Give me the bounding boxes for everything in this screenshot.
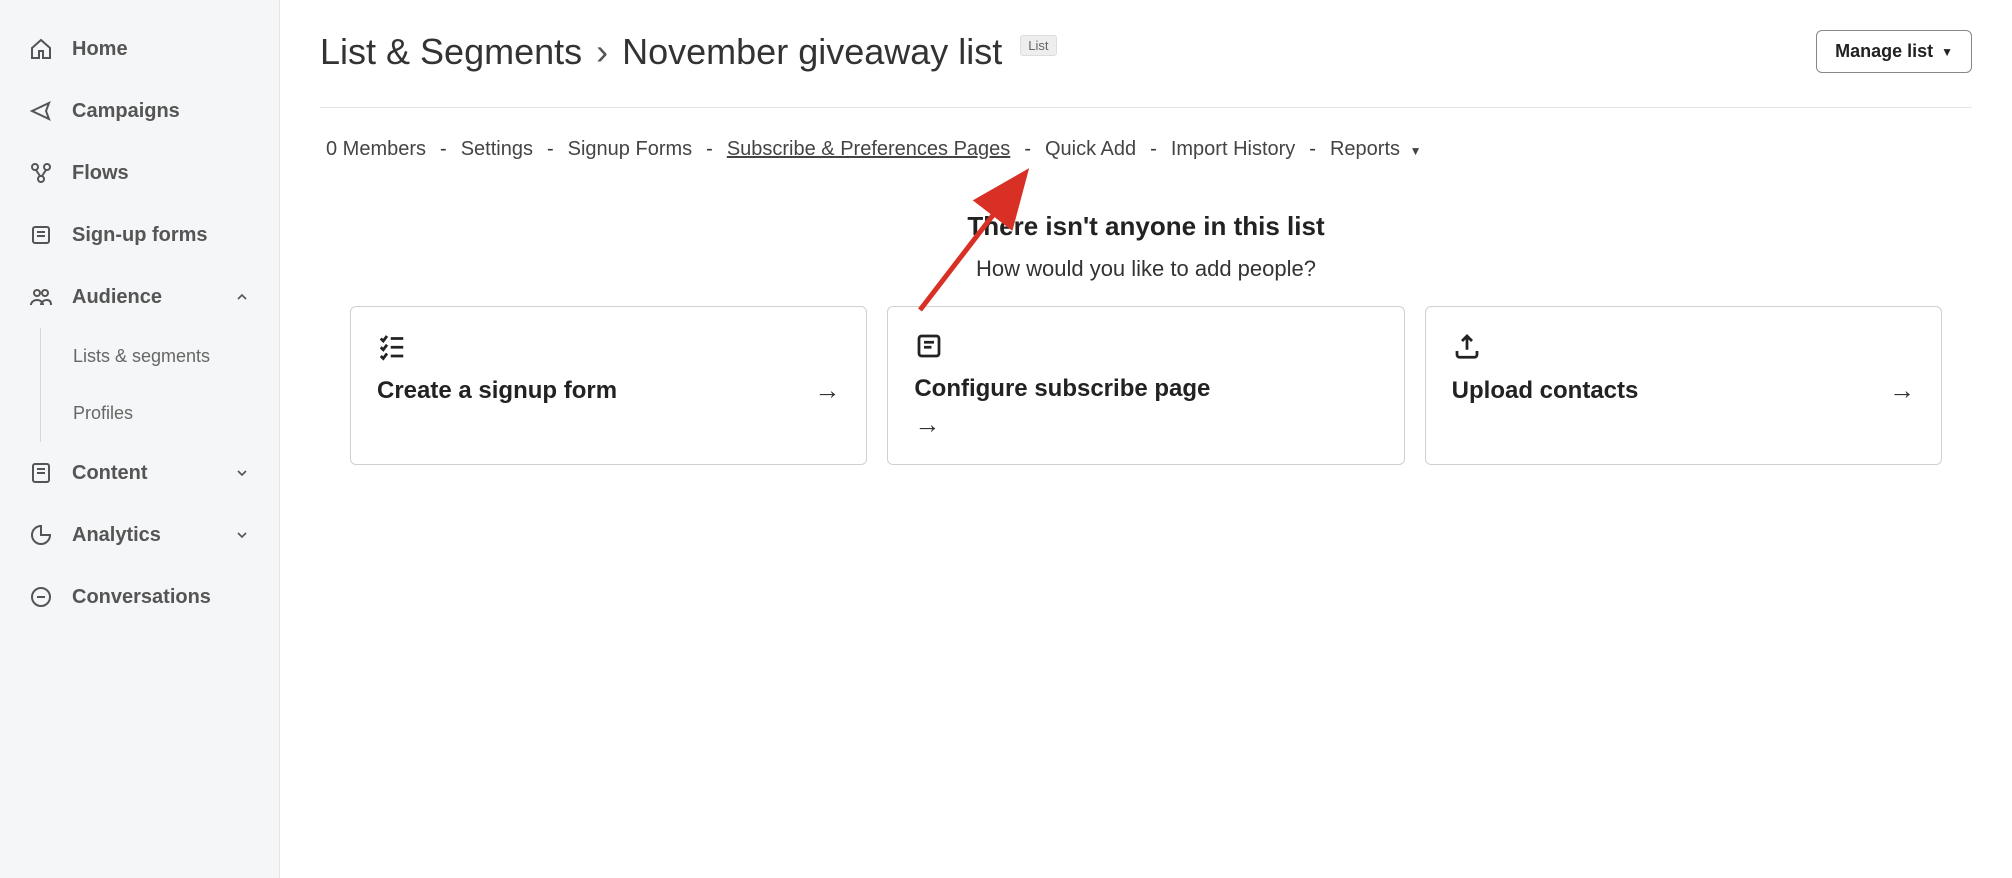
chevron-down-icon <box>233 464 251 482</box>
card-title: Configure subscribe page <box>914 375 1210 403</box>
tab-members[interactable]: 0 Members <box>326 138 426 161</box>
sidebar-item-label: Analytics <box>72 524 215 547</box>
caret-down-icon: ▼ <box>1410 144 1422 158</box>
sidebar-item-signup-forms[interactable]: Sign-up forms <box>0 204 279 266</box>
tab-signup-forms[interactable]: Signup Forms <box>568 138 693 161</box>
sidebar-item-conversations[interactable]: Conversations <box>0 566 279 628</box>
tab-reports[interactable]: Reports ▼ <box>1330 138 1421 161</box>
page-header: List & Segments › November giveaway list… <box>320 30 1972 108</box>
tab-quick-add[interactable]: Quick Add <box>1045 138 1136 161</box>
chevron-up-icon <box>233 288 251 306</box>
sidebar-subnav-audience: Lists & segments Profiles <box>40 328 279 442</box>
sidebar-item-label: Content <box>72 462 215 485</box>
list-badge: List <box>1020 35 1056 56</box>
sidebar-item-label: Audience <box>72 286 215 309</box>
sidebar-item-label: Campaigns <box>72 100 251 123</box>
card-title: Create a signup form <box>377 377 617 405</box>
sidebar-item-label: Home <box>72 38 251 61</box>
sidebar-subitem-profiles[interactable]: Profiles <box>41 385 279 442</box>
analytics-icon <box>28 522 54 548</box>
empty-state-subheading: How would you like to add people? <box>320 256 1972 282</box>
main-content: List & Segments › November giveaway list… <box>280 0 2012 878</box>
sidebar-item-home[interactable]: Home <box>0 18 279 80</box>
sidebar-item-label: Sign-up forms <box>72 224 251 247</box>
sidebar-item-content[interactable]: Content <box>0 442 279 504</box>
sidebar-item-label: Flows <box>72 162 251 185</box>
empty-state-heading: There isn't anyone in this list <box>320 211 1972 242</box>
breadcrumb-current: November giveaway list <box>622 31 1002 73</box>
manage-list-label: Manage list <box>1835 41 1933 62</box>
form-icon <box>28 222 54 248</box>
tab-import-history[interactable]: Import History <box>1171 138 1295 161</box>
breadcrumb-root[interactable]: List & Segments <box>320 31 582 73</box>
arrow-right-icon: → <box>814 375 840 406</box>
tab-settings[interactable]: Settings <box>461 138 533 161</box>
chat-icon <box>28 584 54 610</box>
chevron-down-icon <box>233 526 251 544</box>
sidebar: Home Campaigns Flows Sign-up forms Audie… <box>0 0 280 878</box>
upload-icon <box>1452 331 1482 361</box>
tab-separator: - <box>440 138 447 161</box>
page-icon <box>914 331 944 361</box>
tab-separator: - <box>1024 138 1031 161</box>
sidebar-item-flows[interactable]: Flows <box>0 142 279 204</box>
sidebar-subitem-lists-segments[interactable]: Lists & segments <box>41 328 279 385</box>
manage-list-button[interactable]: Manage list ▼ <box>1816 30 1972 73</box>
sidebar-item-label: Conversations <box>72 586 251 609</box>
tab-separator: - <box>1150 138 1157 161</box>
arrow-right-icon: → <box>914 409 940 439</box>
breadcrumb: List & Segments › November giveaway list… <box>320 31 1057 73</box>
card-upload-contacts[interactable]: Upload contacts → <box>1425 306 1942 465</box>
empty-state: There isn't anyone in this list How woul… <box>320 211 1972 465</box>
caret-down-icon: ▼ <box>1941 45 1953 59</box>
arrow-right-icon: → <box>1889 375 1915 406</box>
sidebar-item-campaigns[interactable]: Campaigns <box>0 80 279 142</box>
tab-reports-label: Reports <box>1330 138 1400 160</box>
flows-icon <box>28 160 54 186</box>
audience-icon <box>28 284 54 310</box>
content-icon <box>28 460 54 486</box>
card-configure-subscribe-page[interactable]: Configure subscribe page → <box>887 306 1404 465</box>
card-create-signup-form[interactable]: Create a signup form → <box>350 306 867 465</box>
tab-separator: - <box>706 138 713 161</box>
home-icon <box>28 36 54 62</box>
tab-subscribe-preferences[interactable]: Subscribe & Preferences Pages <box>727 138 1011 161</box>
breadcrumb-separator-icon: › <box>596 31 608 73</box>
card-title: Upload contacts <box>1452 377 1639 405</box>
list-tabs: 0 Members - Settings - Signup Forms - Su… <box>320 108 1972 191</box>
action-cards: Create a signup form → Configure subscri… <box>320 306 1972 465</box>
sidebar-item-analytics[interactable]: Analytics <box>0 504 279 566</box>
tab-separator: - <box>1309 138 1316 161</box>
send-icon <box>28 98 54 124</box>
checklist-icon <box>377 331 407 361</box>
tab-separator: - <box>547 138 554 161</box>
sidebar-item-audience[interactable]: Audience <box>0 266 279 328</box>
